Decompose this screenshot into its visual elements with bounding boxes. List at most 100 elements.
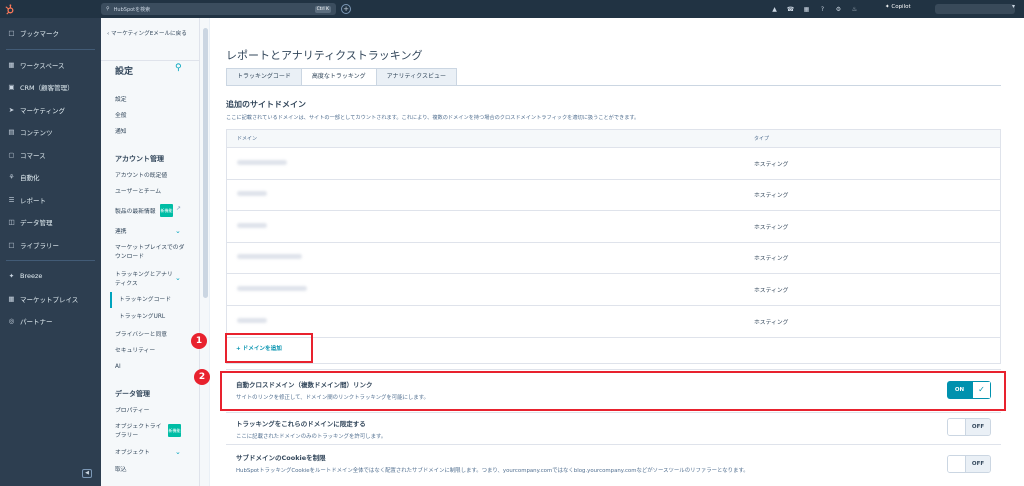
sidebar-item-product-updates[interactable]: 製品の最新情報 xyxy=(115,208,156,217)
table-row[interactable]: ホスティング xyxy=(227,211,1000,243)
bookmark-icon: □ xyxy=(8,29,15,38)
divider xyxy=(226,444,1001,445)
type-cell: ホスティング xyxy=(754,161,789,168)
settings-gear-icon[interactable]: ⚙ xyxy=(834,3,843,15)
sidebar-item-general[interactable]: 全般 xyxy=(115,112,127,121)
type-cell: ホスティング xyxy=(754,319,789,326)
back-link[interactable]: ‹ マーケティングEメールに戻る xyxy=(107,29,192,39)
table-row[interactable]: ホスティング xyxy=(227,148,1000,180)
nav-reports[interactable]: ☰ レポート xyxy=(0,189,101,212)
phone-icon[interactable]: ☎ xyxy=(786,3,795,15)
marketplace-icon[interactable]: ▦ xyxy=(802,3,811,15)
setting-title: トラッキングをこれらのドメインに限定する xyxy=(236,420,366,428)
sidebar-item-tracking-url[interactable]: トラッキングURL xyxy=(119,313,165,322)
sidebar-item-tracking-analytics[interactable]: トラッキングとアナリティクス xyxy=(115,271,177,289)
tab-analytics-views[interactable]: アナリティクスビュー xyxy=(375,68,457,86)
sparkle-icon: ✦ xyxy=(885,4,890,10)
nav-data[interactable]: ◫ データ管理 xyxy=(0,211,101,234)
upgrade-icon[interactable]: ▲ xyxy=(770,3,779,15)
data-icon: ◫ xyxy=(8,218,15,227)
header-domain: ドメイン xyxy=(237,136,258,142)
sidebar-item-objects[interactable]: オブジェクト xyxy=(115,449,150,458)
toggle-state-label: OFF xyxy=(966,419,990,435)
help-icon[interactable]: ? xyxy=(818,3,827,15)
new-badge: 新機能 xyxy=(160,204,173,217)
nav-breeze[interactable]: ✦ Breeze xyxy=(0,265,101,288)
table-row[interactable]: ホスティング xyxy=(227,180,1000,211)
table-header: ドメイン タイプ xyxy=(227,130,1000,148)
divider xyxy=(226,412,1001,413)
redacted-text xyxy=(237,254,302,260)
search-icon: ⚲ xyxy=(106,6,110,12)
sidebar-item-notifications[interactable]: 通知 xyxy=(115,128,127,137)
marketing-icon: ➤ xyxy=(8,105,15,114)
setting-description: HubSpotトラッキングCookieをルートドメイン全体ではなく配置されたサブ… xyxy=(236,468,749,474)
domains-table: ドメイン タイプ ホスティング ホスティング ホスティング ホスティング ホステ… xyxy=(226,129,1001,338)
toggle-knob xyxy=(948,419,966,435)
chevron-down-icon[interactable]: ▾ xyxy=(1012,3,1015,10)
sidebar-item-users-teams[interactable]: ユーザーとチーム xyxy=(115,188,161,197)
nav-crm[interactable]: ▣ CRM（顧客管理） xyxy=(0,76,101,99)
subdomain-cookie-toggle[interactable]: OFF xyxy=(947,455,991,473)
sidebar-item-security[interactable]: セキュリティー xyxy=(115,347,155,356)
domain-cell xyxy=(227,254,754,261)
table-row[interactable]: ホスティング xyxy=(227,243,1000,274)
nav-library[interactable]: □ ライブラリー xyxy=(0,234,101,257)
tab-advanced-tracking[interactable]: 高度なトラッキング xyxy=(300,68,377,86)
sidebar-item-marketplace-downloads[interactable]: マーケットプレイスでのダウンロード xyxy=(115,244,185,262)
create-plus-button[interactable]: + xyxy=(341,4,351,14)
hubspot-logo-icon[interactable] xyxy=(0,0,18,18)
setting-limit-domains: トラッキングをこれらのドメインに限定する ここに記載されたドメインのみのトラッキ… xyxy=(226,418,1001,440)
type-cell: ホスティング xyxy=(754,256,789,263)
breeze-icon: ✦ xyxy=(8,272,15,281)
sidebar-item-account-defaults[interactable]: アカウントの既定値 xyxy=(115,172,167,181)
automation-icon: ⚘ xyxy=(8,173,15,182)
nav-commerce[interactable]: ▢ コマース xyxy=(0,144,101,167)
nav-marketing[interactable]: ➤ マーケティング xyxy=(0,99,101,122)
marketplace-icon: ▦ xyxy=(8,294,15,303)
tab-underline xyxy=(226,85,1001,86)
chevron-down-icon[interactable]: ⌄ xyxy=(175,227,181,235)
global-search-input[interactable]: ⚲ HubSpotを検索 Ctrl K xyxy=(101,3,336,15)
type-cell: ホスティング xyxy=(754,193,789,200)
table-row[interactable]: ホスティング xyxy=(227,274,1000,306)
collapse-nav-button[interactable]: ◀ xyxy=(82,469,92,478)
search-shortcut: Ctrl K xyxy=(314,5,331,13)
scrollbar-thumb[interactable] xyxy=(203,28,208,298)
setting-description: ここに記載されたドメインのみのトラッキングを許可します。 xyxy=(236,434,387,440)
sidebar-item-integrations[interactable]: 連携 xyxy=(115,228,127,237)
nav-marketplace[interactable]: ▦ マーケットプレイス xyxy=(0,288,101,311)
notifications-bell-icon[interactable]: ♨ xyxy=(850,3,859,15)
sidebar-item-privacy[interactable]: プライバシーと同意 xyxy=(115,331,167,340)
add-domain-row xyxy=(226,333,1001,364)
nav-content[interactable]: ▤ コンテンツ xyxy=(0,121,101,144)
copilot-button[interactable]: ✦ Copilot xyxy=(885,4,911,10)
sidebar-item-settings[interactable]: 設定 xyxy=(115,96,127,105)
partner-icon: ◎ xyxy=(8,317,15,326)
callout-badge-1: 1 xyxy=(191,333,207,349)
nav-bookmarks[interactable]: □ ブックマーク xyxy=(0,22,101,45)
sidebar-item-ai[interactable]: AI xyxy=(115,363,121,372)
account-menu[interactable] xyxy=(935,4,1015,14)
page-title: レポートとアナリティクストラッキング xyxy=(226,49,423,62)
nav-automation[interactable]: ⚘ 自動化 xyxy=(0,166,101,189)
redacted-text xyxy=(237,222,267,228)
limit-domains-toggle[interactable]: OFF xyxy=(947,418,991,436)
redacted-text xyxy=(237,285,307,291)
redacted-text xyxy=(237,317,267,323)
chevron-down-icon[interactable]: ⌄ xyxy=(175,448,181,456)
new-badge: 新機能 xyxy=(168,424,181,437)
nav-workspace[interactable]: ▦ ワークスペース xyxy=(0,54,101,77)
settings-search-icon[interactable]: ⚲ xyxy=(175,63,182,73)
domain-cell xyxy=(227,317,754,325)
sidebar-item-tracking-code[interactable]: トラッキングコード xyxy=(119,296,171,305)
nav-divider xyxy=(6,48,95,50)
sidebar-item-import[interactable]: 取込 xyxy=(115,466,127,475)
sidebar-item-properties[interactable]: プロパティー xyxy=(115,407,149,416)
chevron-down-icon[interactable]: ⌄ xyxy=(175,274,181,282)
tab-tracking-code[interactable]: トラッキングコード xyxy=(226,68,302,86)
sidebar-item-object-library[interactable]: オブジェクトライブラリー xyxy=(115,423,165,441)
setting-title: サブドメインのCookieを制限 xyxy=(236,454,326,462)
nav-partner[interactable]: ◎ パートナー xyxy=(0,310,101,333)
setting-subdomain-cookie: サブドメインのCookieを制限 HubSpotトラッキングCookieをルート… xyxy=(226,452,1001,474)
